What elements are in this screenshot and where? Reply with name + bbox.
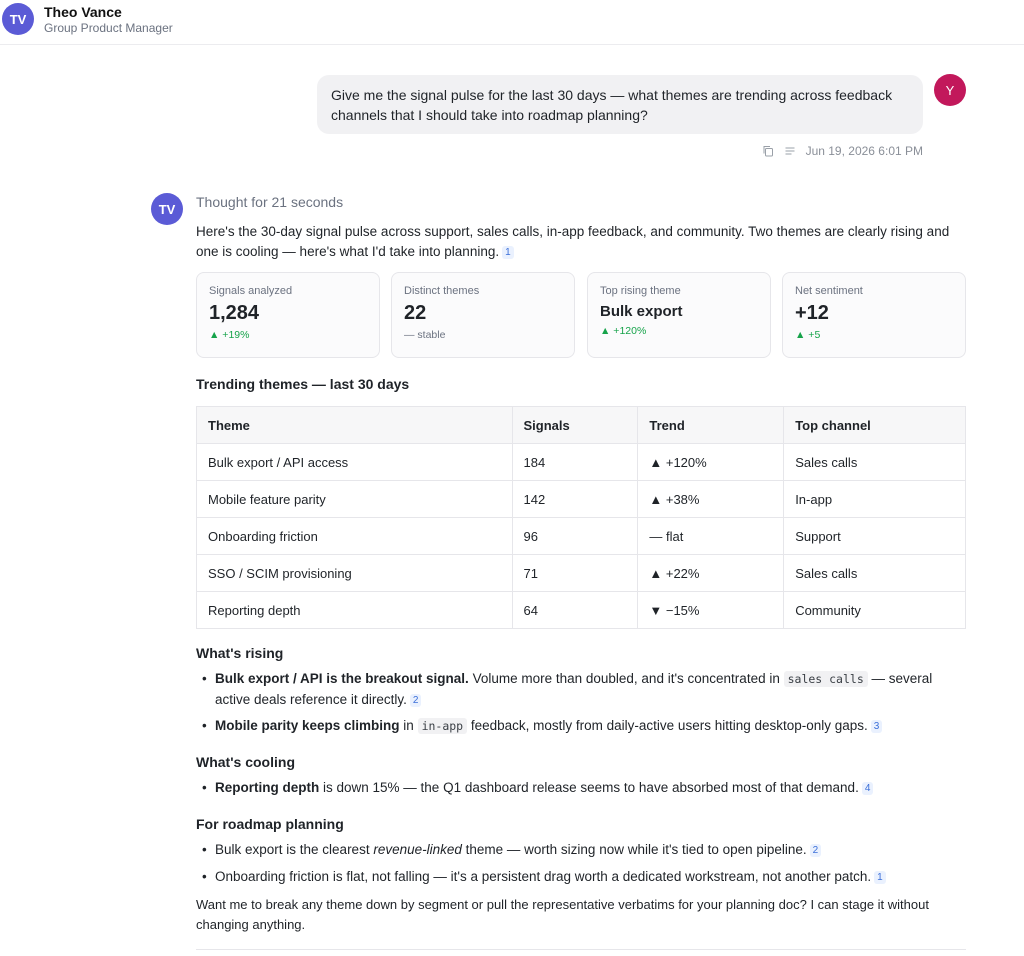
trend-cell: ▼ −15% bbox=[637, 591, 785, 629]
trend-cell: ▲ +38% bbox=[637, 480, 785, 518]
intro-paragraph: Here's the 30-day signal pulse across su… bbox=[196, 222, 968, 261]
column-header-channel: Top channel bbox=[783, 406, 966, 444]
column-header-trend: Trend bbox=[637, 406, 785, 444]
planning-heading: For roadmap planning bbox=[196, 816, 344, 832]
citation-badge[interactable]: 2 bbox=[409, 693, 422, 707]
table-row: Mobile feature parity 142 ▲ +38% In-app bbox=[196, 480, 966, 518]
rising-list: Bulk export / API is the breakout signal… bbox=[196, 669, 968, 743]
user-message-bubble: Give me the signal pulse for the last 30… bbox=[317, 75, 923, 134]
stat-value: 22 bbox=[404, 302, 427, 324]
thought-duration[interactable]: Thought for 21 seconds bbox=[196, 194, 343, 210]
citation-badge[interactable]: 3 bbox=[870, 720, 883, 733]
stat-delta: ▲ +19% bbox=[209, 329, 250, 341]
contact-name: Theo Vance bbox=[44, 4, 122, 20]
stat-value: +12 bbox=[795, 302, 829, 324]
stat-card-themes: Distinct themes 22 — stable bbox=[391, 272, 575, 358]
themes-table: Theme Signals Trend Top channel Bulk exp… bbox=[196, 406, 966, 629]
theme-cell: Bulk export / API access bbox=[196, 443, 513, 481]
assistant-avatar[interactable]: TV bbox=[151, 193, 183, 225]
message-meta: Jun 19, 2026 6:01 PM bbox=[760, 143, 923, 159]
text-lines-icon[interactable] bbox=[784, 145, 796, 157]
theme-cell: Reporting depth bbox=[196, 591, 513, 629]
closing-paragraph: Want me to break any theme down by segme… bbox=[196, 897, 929, 932]
trend-cell: — flat bbox=[637, 517, 785, 555]
list-item: Bulk export is the clearest revenue-link… bbox=[196, 840, 968, 861]
signals-cell: 184 bbox=[511, 443, 639, 481]
bold-text: Mobile parity keeps climbing bbox=[215, 718, 400, 733]
theme-cell: Onboarding friction bbox=[196, 517, 513, 555]
stat-label: Net sentiment bbox=[795, 285, 863, 297]
channel-cell: Sales calls bbox=[783, 443, 966, 481]
column-header-theme: Theme bbox=[196, 406, 513, 444]
table-row: SSO / SCIM provisioning 71 ▲ +22% Sales … bbox=[196, 554, 966, 592]
contact-avatar[interactable]: TV bbox=[2, 3, 34, 35]
signals-cell: 142 bbox=[511, 480, 639, 518]
emphasis-text: revenue-linked bbox=[373, 842, 462, 857]
stat-card-top-rising: Top rising theme Bulk export ▲ +120% bbox=[587, 272, 771, 358]
cooling-heading: What's cooling bbox=[196, 754, 295, 770]
rising-heading: What's rising bbox=[196, 645, 284, 661]
list-item: Reporting depth is down 15% — the Q1 das… bbox=[196, 778, 968, 799]
theme-cell: Mobile feature parity bbox=[196, 480, 513, 518]
table-row: Bulk export / API access 184 ▲ +120% Sal… bbox=[196, 443, 966, 481]
contact-role: Group Product Manager bbox=[44, 21, 173, 35]
stat-value: 1,284 bbox=[209, 302, 260, 324]
trend-cell: ▲ +120% bbox=[637, 443, 785, 481]
stat-card-sentiment: Net sentiment +12 ▲ +5 bbox=[782, 272, 966, 358]
citation-badge[interactable]: 1 bbox=[502, 245, 514, 259]
stat-card-signals: Signals analyzed 1,284 ▲ +19% bbox=[196, 272, 380, 358]
stat-delta: ▲ +120% bbox=[600, 325, 647, 337]
cooling-list: Reporting depth is down 15% — the Q1 das… bbox=[196, 778, 968, 805]
list-item: Mobile parity keeps climbing in in-app f… bbox=[196, 716, 968, 737]
chat-header: TV Theo Vance Group Product Manager bbox=[0, 0, 1024, 45]
stat-label: Signals analyzed bbox=[209, 285, 293, 297]
table-row: Reporting depth 64 ▼ −15% Community bbox=[196, 591, 966, 629]
table-row: Onboarding friction 96 — flat Support bbox=[196, 517, 966, 555]
bold-text: Reporting depth bbox=[215, 780, 320, 795]
stat-value: Bulk export bbox=[600, 303, 683, 320]
code-span: in-app bbox=[417, 718, 468, 734]
stat-delta: — stable bbox=[404, 329, 446, 341]
table-header-row: Theme Signals Trend Top channel bbox=[196, 406, 966, 444]
channel-cell: In-app bbox=[783, 480, 966, 518]
user-avatar[interactable]: Y bbox=[934, 74, 966, 106]
stat-label: Top rising theme bbox=[600, 285, 681, 297]
theme-cell: SSO / SCIM provisioning bbox=[196, 554, 513, 592]
message-timestamp: Jun 19, 2026 6:01 PM bbox=[805, 144, 923, 158]
column-header-signals: Signals bbox=[511, 406, 639, 444]
citation-badge[interactable]: 1 bbox=[874, 870, 886, 884]
channel-cell: Support bbox=[783, 517, 966, 555]
citation-badge[interactable]: 4 bbox=[861, 782, 874, 795]
code-span: sales calls bbox=[783, 671, 868, 687]
planning-list: Bulk export is the clearest revenue-link… bbox=[196, 840, 968, 893]
stat-delta: ▲ +5 bbox=[795, 329, 821, 341]
bold-text: Bulk export / API is the breakout signal… bbox=[215, 671, 469, 686]
copy-icon[interactable] bbox=[762, 145, 774, 157]
channel-cell: Community bbox=[783, 591, 966, 629]
citation-badge[interactable]: 2 bbox=[809, 844, 822, 857]
list-item: Onboarding friction is flat, not falling… bbox=[196, 867, 968, 888]
channel-cell: Sales calls bbox=[783, 554, 966, 592]
intro-text: Here's the 30-day signal pulse across su… bbox=[196, 224, 950, 259]
divider bbox=[196, 949, 966, 950]
list-item: Bulk export / API is the breakout signal… bbox=[196, 669, 968, 710]
signals-cell: 96 bbox=[511, 517, 639, 555]
signals-cell: 71 bbox=[511, 554, 639, 592]
signals-cell: 64 bbox=[511, 591, 639, 629]
table-title: Trending themes — last 30 days bbox=[196, 376, 410, 392]
stat-label: Distinct themes bbox=[404, 285, 480, 297]
trend-cell: ▲ +22% bbox=[637, 554, 785, 592]
